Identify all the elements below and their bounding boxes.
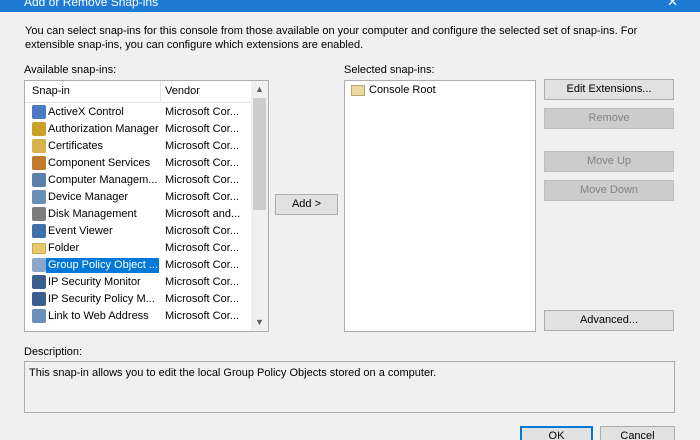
table-row[interactable]: ActiveX Control Microsoft Cor... — [25, 104, 253, 121]
snapin-name: Disk Management — [48, 208, 137, 220]
snapin-name: Computer Managem... — [48, 174, 158, 186]
window-title: Add or Remove Snap-ins — [24, 0, 159, 9]
ok-button[interactable]: OK — [520, 426, 593, 440]
snapin-vendor: Microsoft Cor... — [165, 123, 239, 135]
console-root-label: Console Root — [369, 84, 436, 96]
activex-icon — [32, 105, 46, 119]
snapin-vendor: Microsoft Cor... — [165, 310, 239, 322]
table-row[interactable]: IP Security Policy M... Microsoft Cor... — [25, 291, 253, 308]
snapin-name: Event Viewer — [48, 225, 113, 237]
folder-icon — [351, 84, 365, 96]
snapin-name: ActiveX Control — [48, 106, 124, 118]
snapin-name: IP Security Monitor — [48, 276, 141, 288]
close-icon[interactable]: ✕ — [667, 0, 678, 10]
list-header: Snap-in Vendor — [25, 81, 253, 103]
snapin-vendor: Microsoft Cor... — [165, 191, 239, 203]
snapin-vendor: Microsoft Cor... — [165, 242, 239, 254]
disk-icon — [32, 207, 46, 221]
snapin-vendor: Microsoft Cor... — [165, 259, 239, 271]
list-item[interactable]: Console Root — [351, 83, 436, 98]
description-box: This snap-in allows you to edit the loca… — [24, 361, 675, 413]
snapin-name: IP Security Policy M... — [48, 293, 155, 305]
computer-management-icon — [32, 173, 46, 187]
description-text: This snap-in allows you to edit the loca… — [29, 367, 437, 379]
snapin-name: Link to Web Address — [48, 310, 149, 322]
table-row[interactable]: Event Viewer Microsoft Cor... — [25, 223, 253, 240]
selected-snapins-label: Selected snap-ins: — [344, 64, 435, 76]
snapin-name: Folder — [48, 242, 80, 254]
vertical-scrollbar[interactable]: ▲ ▼ — [251, 81, 268, 331]
web-link-icon — [32, 309, 46, 323]
snapin-name: Group Policy Object ... — [46, 258, 159, 273]
device-manager-icon — [32, 190, 46, 204]
folder-icon — [32, 243, 46, 254]
table-row[interactable]: Certificates Microsoft Cor... — [25, 138, 253, 155]
table-row[interactable]: Authorization Manager Microsoft Cor... — [25, 121, 253, 138]
table-row[interactable]: Computer Managem... Microsoft Cor... — [25, 172, 253, 189]
scroll-down-icon[interactable]: ▼ — [251, 314, 268, 331]
snapin-vendor: Microsoft and... — [165, 208, 241, 220]
snapin-vendor: Microsoft Cor... — [165, 106, 239, 118]
snapin-vendor: Microsoft Cor... — [165, 276, 239, 288]
column-header-snapin[interactable]: Snap-in — [32, 85, 70, 97]
column-header-vendor[interactable]: Vendor — [165, 85, 200, 97]
available-snapins-label: Available snap-ins: — [24, 64, 117, 76]
snapin-vendor: Microsoft Cor... — [165, 225, 239, 237]
scroll-thumb[interactable] — [253, 98, 266, 210]
move-down-button[interactable]: Move Down — [544, 180, 674, 201]
edit-extensions-button[interactable]: Edit Extensions... — [544, 79, 674, 100]
scroll-up-icon[interactable]: ▲ — [251, 81, 268, 98]
available-snapins-list[interactable]: Snap-in Vendor ActiveX Control Microsoft … — [24, 80, 269, 332]
snapin-vendor: Microsoft Cor... — [165, 157, 239, 169]
certificate-icon — [32, 139, 46, 153]
cancel-button[interactable]: Cancel — [600, 426, 675, 440]
snapin-vendor: Microsoft Cor... — [165, 140, 239, 152]
snapin-name: Certificates — [48, 140, 104, 152]
snapin-vendor: Microsoft Cor... — [165, 293, 239, 305]
table-row[interactable]: Disk Management Microsoft and... — [25, 206, 253, 223]
title-bar: Add or Remove Snap-ins ✕ — [0, 0, 700, 12]
column-divider[interactable] — [160, 81, 161, 103]
table-row[interactable]: IP Security Monitor Microsoft Cor... — [25, 274, 253, 291]
selected-snapins-list[interactable]: Console Root — [344, 80, 536, 332]
ip-security-policy-icon — [32, 292, 46, 306]
table-row[interactable]: Device Manager Microsoft Cor... — [25, 189, 253, 206]
add-button[interactable]: Add > — [275, 194, 338, 215]
snapin-name: Component Services — [48, 157, 151, 169]
event-viewer-icon — [32, 224, 46, 238]
ip-security-icon — [32, 275, 46, 289]
table-row[interactable]: Group Policy Object ... Microsoft Cor... — [25, 257, 253, 274]
snapin-rows: ActiveX Control Microsoft Cor... Authoriza… — [25, 104, 253, 325]
snapin-vendor: Microsoft Cor... — [165, 174, 239, 186]
table-row[interactable]: Folder Microsoft Cor... — [25, 240, 253, 257]
description-label: Description: — [24, 346, 83, 358]
advanced-button[interactable]: Advanced... — [544, 310, 674, 331]
component-services-icon — [32, 156, 46, 170]
table-row[interactable]: Link to Web Address Microsoft Cor... — [25, 308, 253, 325]
authorization-icon — [32, 122, 46, 136]
snapin-name: Device Manager — [48, 191, 129, 203]
table-row[interactable]: Component Services Microsoft Cor... — [25, 155, 253, 172]
group-policy-icon — [32, 258, 46, 272]
remove-button[interactable]: Remove — [544, 108, 674, 129]
snapin-name: Authorization Manager — [48, 123, 159, 135]
move-up-button[interactable]: Move Up — [544, 151, 674, 172]
intro-text: You can select snap-ins for this console… — [25, 25, 638, 51]
